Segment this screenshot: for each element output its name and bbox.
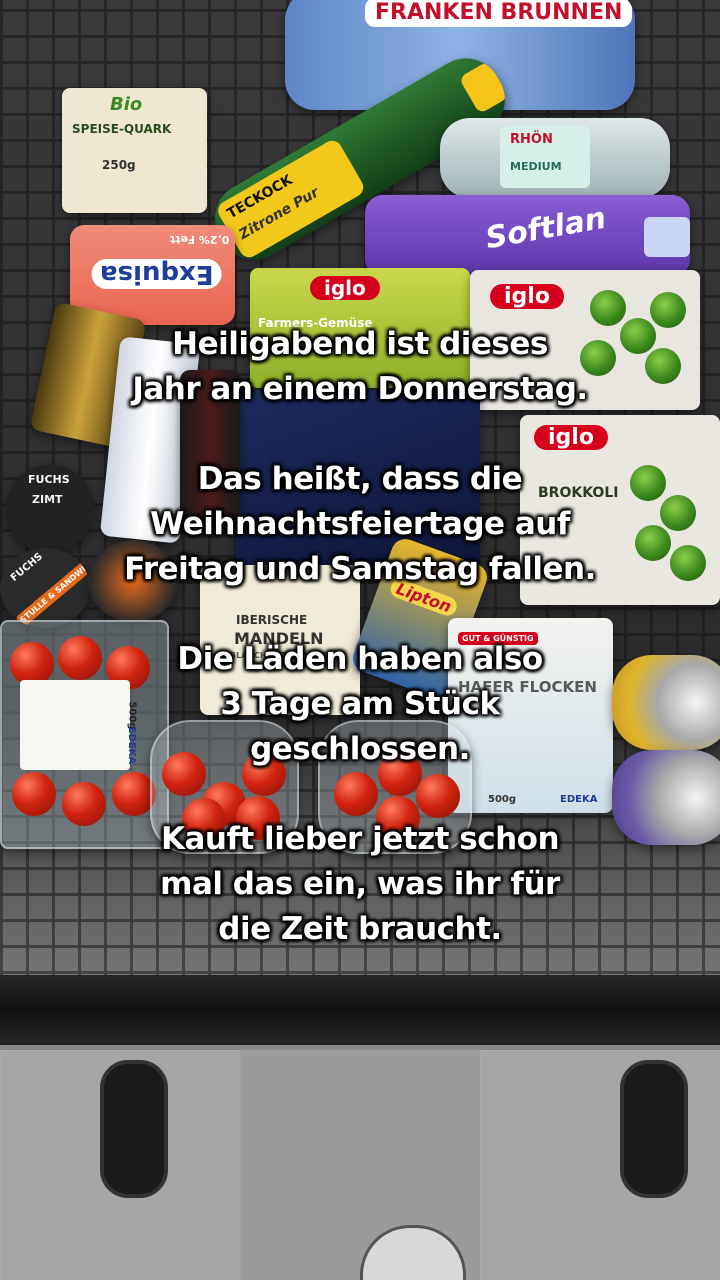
softlan-cap [644, 217, 690, 257]
cart-wheel-left [100, 1060, 168, 1198]
overlay-caption: Heiligabend ist dieses Jahr an einem Don… [40, 322, 680, 952]
rhoen-water-bottle: RHÖN MEDIUM [440, 118, 670, 198]
caption-line: Freitag und Samstag fallen. [124, 551, 596, 587]
iglo-farmers-brand: iglo [310, 276, 380, 300]
caption-line: Die Läden haben also [177, 641, 543, 677]
quark-bio-label: Bio [110, 94, 143, 115]
rhoen-type-text: MEDIUM [510, 160, 562, 173]
softlan-bottle: Softlan [365, 195, 690, 277]
caption-line: Heiligabend ist dieses [172, 326, 548, 362]
softlan-brand-label: Softlan [482, 200, 609, 257]
quark-name-label: SPEISE-QUARK [72, 122, 172, 136]
caption-line: geschlossen. [250, 731, 470, 767]
caption-line: Weihnachtsfeiertage auf [150, 506, 570, 542]
rhoen-brand-text: RHÖN [510, 132, 553, 147]
quark-container: Bio SPEISE-QUARK 250g [62, 88, 207, 213]
caption-line: 3 Tage am Stück [220, 686, 500, 722]
caption-line: Kauft lieber jetzt schon [160, 821, 560, 857]
exquisa-brand-label: Exquisa [92, 259, 222, 289]
photo-scene: FRANKEN BRUNNEN Bio SPEISE-QUARK 250g TE… [0, 0, 720, 1280]
caption-paragraph-3: Die Läden haben also 3 Tage am Stück ges… [40, 637, 680, 772]
rhoen-label: RHÖN MEDIUM [500, 126, 590, 188]
iglo-brand-top: iglo [490, 284, 564, 309]
water-brand-label: FRANKEN BRUNNEN [365, 0, 633, 27]
broccoli-floret [590, 290, 626, 326]
caption-line: mal das ein, was ihr für [160, 866, 560, 902]
caption-paragraph-4: Kauft lieber jetzt schon mal das ein, wa… [40, 817, 680, 952]
exquisa-fat-label: 0,2% Fett [170, 233, 230, 246]
cart-handle [0, 975, 720, 1045]
caption-line: Das heißt, dass die [197, 461, 523, 497]
quark-weight-label: 250g [102, 158, 136, 172]
caption-paragraph-2: Das heißt, dass die Weihnachtsfeiertage … [40, 457, 680, 592]
caption-line: Jahr an einem Donnerstag. [132, 371, 588, 407]
cart-wheel-right [620, 1060, 688, 1198]
caption-line: die Zeit braucht. [218, 911, 502, 947]
caption-paragraph-1: Heiligabend ist dieses Jahr an einem Don… [40, 322, 680, 412]
